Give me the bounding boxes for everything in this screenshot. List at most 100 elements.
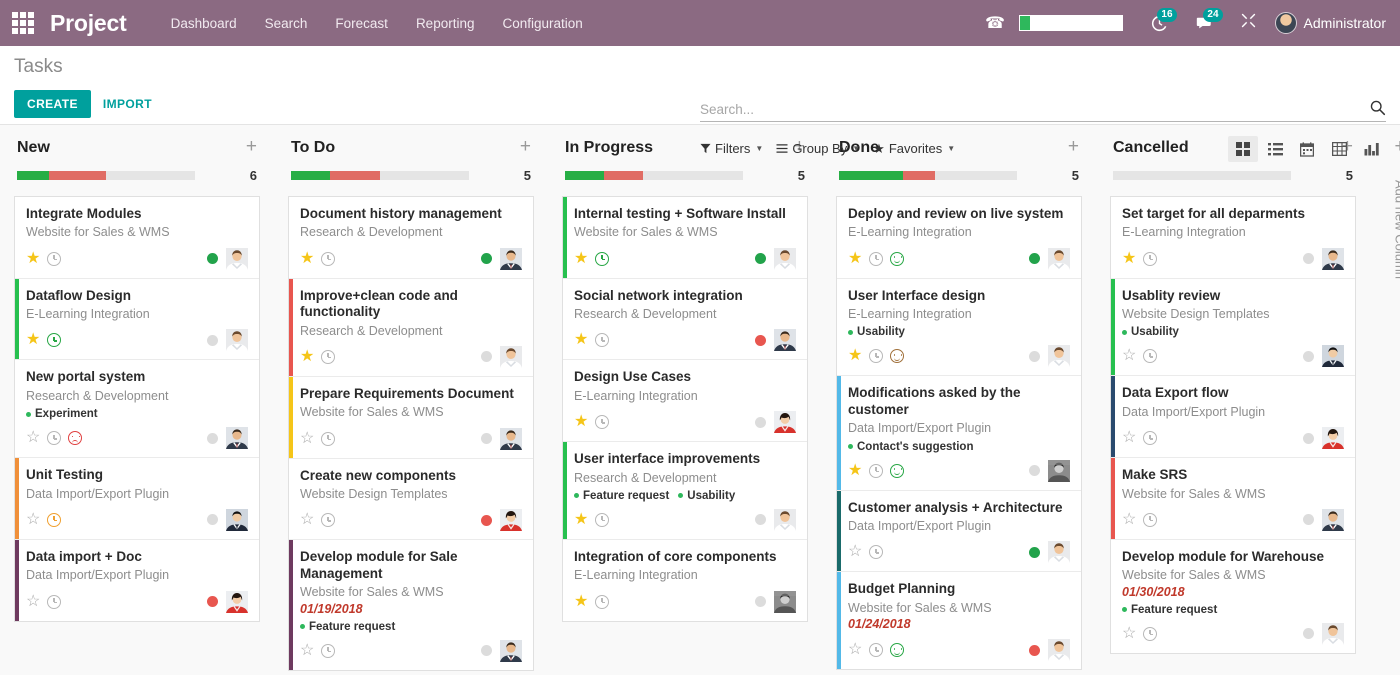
card-tag[interactable]: Feature request — [300, 621, 395, 633]
kanban-card[interactable]: User interface improvementsResearch & De… — [563, 442, 807, 540]
card-tag[interactable]: Feature request — [1122, 604, 1217, 616]
card-status-dot[interactable] — [1303, 628, 1314, 639]
kanban-card[interactable]: Create new componentsWebsite Design Temp… — [289, 459, 533, 541]
kanban-card[interactable]: Dataflow DesignE-Learning Integration★ — [15, 279, 259, 361]
card-status-dot[interactable] — [1029, 253, 1040, 264]
calendar-view-button[interactable] — [1292, 136, 1322, 162]
card-assignee-avatar[interactable] — [1322, 345, 1344, 367]
card-clock-icon[interactable] — [869, 545, 883, 559]
add-new-column[interactable]: +Add new Column — [1370, 125, 1400, 675]
card-priority-star-icon[interactable]: ☆ — [300, 512, 314, 528]
column-add-card-button[interactable]: + — [1068, 137, 1079, 156]
card-assignee-avatar[interactable] — [1048, 345, 1070, 367]
card-status-dot[interactable] — [1029, 465, 1040, 476]
card-status-dot[interactable] — [207, 335, 218, 346]
card-status-dot[interactable] — [1029, 645, 1040, 656]
kanban-card[interactable]: Social network integrationResearch & Dev… — [563, 279, 807, 361]
menu-item-reporting[interactable]: Reporting — [402, 10, 489, 37]
card-assignee-avatar[interactable] — [774, 411, 796, 433]
card-status-dot[interactable] — [481, 515, 492, 526]
card-assignee-avatar[interactable] — [226, 591, 248, 613]
card-tag[interactable]: Experiment — [26, 408, 98, 420]
card-clock-icon[interactable] — [1143, 513, 1157, 527]
card-priority-star-icon[interactable]: ★ — [26, 251, 40, 267]
messages-icon[interactable]: 24 — [1182, 15, 1228, 32]
card-clock-icon[interactable] — [869, 464, 883, 478]
kanban-card[interactable]: Integration of core componentsE-Learning… — [563, 540, 807, 621]
card-priority-star-icon[interactable]: ☆ — [300, 431, 314, 447]
column-progress-bar[interactable] — [565, 171, 743, 180]
card-clock-icon[interactable] — [595, 415, 609, 429]
card-status-dot[interactable] — [755, 596, 766, 607]
kanban-view-button[interactable] — [1228, 136, 1258, 162]
card-status-dot[interactable] — [755, 417, 766, 428]
card-kanban-state-icon[interactable] — [890, 252, 904, 266]
card-kanban-state-icon[interactable] — [890, 349, 904, 363]
card-clock-icon[interactable] — [869, 349, 883, 363]
card-priority-star-icon[interactable]: ★ — [848, 463, 862, 479]
card-assignee-avatar[interactable] — [1322, 509, 1344, 531]
card-clock-icon[interactable] — [595, 513, 609, 527]
kanban-card[interactable]: User Interface designE-Learning Integrat… — [837, 279, 1081, 377]
card-assignee-avatar[interactable] — [500, 509, 522, 531]
column-progress-bar[interactable] — [17, 171, 195, 180]
menu-item-forecast[interactable]: Forecast — [321, 10, 402, 37]
card-clock-icon[interactable] — [321, 432, 335, 446]
apps-grid-icon[interactable] — [10, 10, 36, 36]
card-clock-icon[interactable] — [869, 643, 883, 657]
kanban-card[interactable]: Integrate ModulesWebsite for Sales & WMS… — [15, 197, 259, 279]
menu-item-search[interactable]: Search — [251, 10, 322, 37]
kanban-card[interactable]: Internal testing + Software InstallWebsi… — [563, 197, 807, 279]
card-status-dot[interactable] — [207, 433, 218, 444]
card-kanban-state-icon[interactable] — [68, 431, 82, 445]
kanban-card[interactable]: Document history managementResearch & De… — [289, 197, 533, 279]
card-assignee-avatar[interactable] — [500, 248, 522, 270]
card-status-dot[interactable] — [481, 351, 492, 362]
card-assignee-avatar[interactable] — [774, 248, 796, 270]
card-assignee-avatar[interactable] — [1048, 460, 1070, 482]
card-kanban-state-icon[interactable] — [890, 643, 904, 657]
card-status-dot[interactable] — [755, 514, 766, 525]
column-progress-bar[interactable] — [839, 171, 1017, 180]
card-kanban-state-icon[interactable] — [890, 464, 904, 478]
kanban-card[interactable]: Data import + DocData Import/Export Plug… — [15, 540, 259, 621]
card-priority-star-icon[interactable]: ★ — [574, 512, 588, 528]
kanban-card[interactable]: Design Use CasesE-Learning Integration★ — [563, 360, 807, 442]
card-tag[interactable]: Feature request — [574, 490, 669, 502]
card-priority-star-icon[interactable]: ★ — [574, 332, 588, 348]
card-priority-star-icon[interactable]: ★ — [574, 414, 588, 430]
kanban-card[interactable]: Unit TestingData Import/Export Plugin☆ — [15, 458, 259, 540]
card-status-dot[interactable] — [481, 433, 492, 444]
card-status-dot[interactable] — [207, 514, 218, 525]
column-progress-bar[interactable] — [291, 171, 469, 180]
card-priority-star-icon[interactable]: ☆ — [1122, 512, 1136, 528]
column-add-card-button[interactable]: + — [520, 137, 531, 156]
list-view-button[interactable] — [1260, 136, 1290, 162]
card-status-dot[interactable] — [1303, 433, 1314, 444]
card-assignee-avatar[interactable] — [1048, 639, 1070, 661]
column-progress-bar[interactable] — [1113, 171, 1291, 180]
filters-dropdown[interactable]: Filters ▼ — [700, 141, 763, 156]
card-clock-icon[interactable] — [47, 431, 61, 445]
card-status-dot[interactable] — [755, 253, 766, 264]
card-assignee-avatar[interactable] — [500, 640, 522, 662]
card-clock-icon[interactable] — [1143, 349, 1157, 363]
kanban-card[interactable]: Develop module for Sale ManagementWebsit… — [289, 540, 533, 669]
card-clock-icon[interactable] — [595, 333, 609, 347]
card-priority-star-icon[interactable]: ☆ — [26, 594, 40, 610]
card-status-dot[interactable] — [1303, 514, 1314, 525]
card-assignee-avatar[interactable] — [226, 509, 248, 531]
card-tag[interactable]: Contact's suggestion — [848, 441, 973, 453]
card-status-dot[interactable] — [755, 335, 766, 346]
card-assignee-avatar[interactable] — [1322, 427, 1344, 449]
card-clock-icon[interactable] — [595, 252, 609, 266]
card-clock-icon[interactable] — [47, 513, 61, 527]
card-status-dot[interactable] — [1303, 351, 1314, 362]
card-clock-icon[interactable] — [47, 333, 61, 347]
card-priority-star-icon[interactable]: ☆ — [1122, 626, 1136, 642]
group-by-dropdown[interactable]: Group By ▼ — [776, 141, 860, 156]
user-menu[interactable]: Administrator — [1269, 12, 1386, 34]
card-assignee-avatar[interactable] — [226, 427, 248, 449]
card-tag[interactable]: Usability — [848, 326, 905, 338]
card-assignee-avatar[interactable] — [500, 428, 522, 450]
